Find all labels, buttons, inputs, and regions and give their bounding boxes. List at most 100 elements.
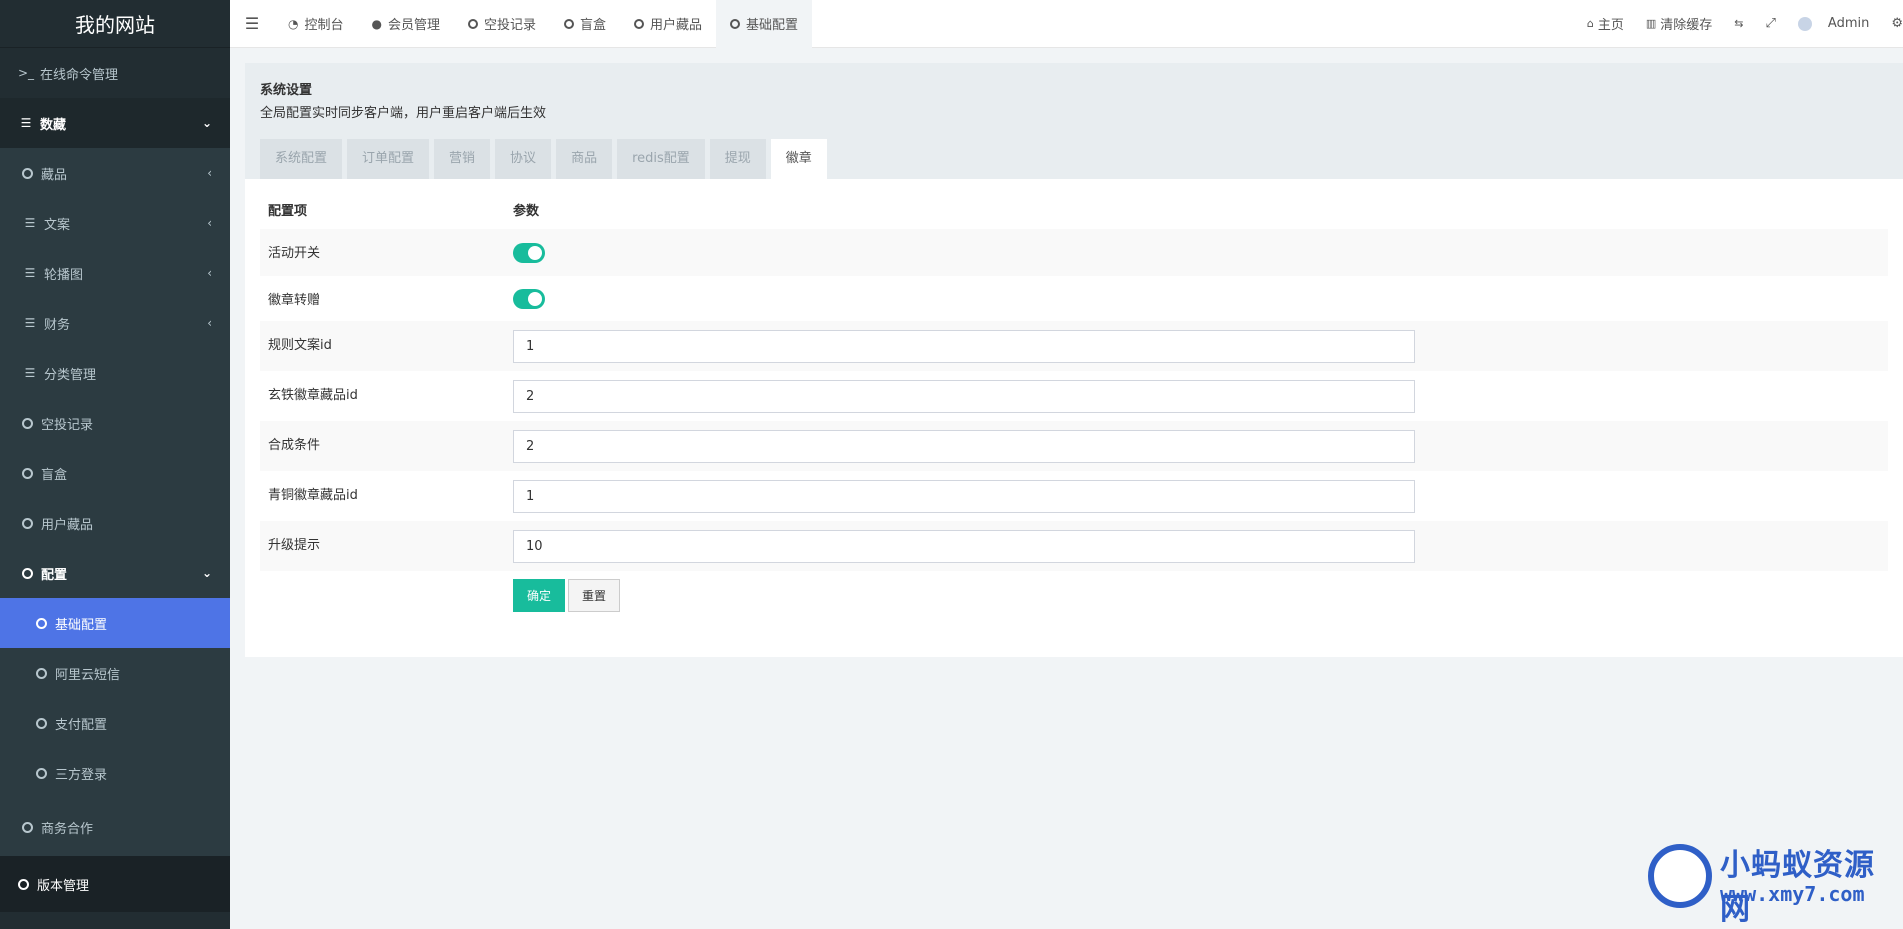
list-icon: ☰	[24, 316, 36, 330]
settings-panel: 系统设置 全局配置实时同步客户端，用户重启客户端后生效 系统配置 订单配置 营销…	[245, 63, 1903, 657]
tab-agreement[interactable]: 协议	[495, 139, 552, 179]
circle-icon	[22, 467, 33, 479]
home-icon: ⌂	[1586, 17, 1594, 30]
sidebar-item-label: 分类管理	[44, 367, 97, 383]
menu-toggle-icon[interactable]: ☰	[230, 14, 274, 33]
sidebar-item-payment-config[interactable]: 支付配置	[0, 698, 230, 748]
tab-user-collectibles[interactable]: 用户藏品	[620, 0, 716, 48]
bronze-badge-id-input[interactable]	[513, 479, 1415, 513]
column-header-key: 配置项	[268, 203, 308, 219]
home-link[interactable]: ⌂ 主页	[1576, 14, 1635, 33]
user-name: Admin	[1827, 16, 1870, 31]
tab-badge[interactable]: 徽章	[770, 139, 827, 179]
sidebar-item-collectibles[interactable]: 藏品 ‹	[0, 148, 230, 198]
chevron-down-icon: ⌄	[201, 566, 212, 580]
rule-copy-id-input[interactable]	[513, 329, 1415, 363]
sidebar-item-label: 数藏	[40, 117, 67, 133]
tab-blindbox[interactable]: 盲盒	[550, 0, 620, 48]
tab-dashboard[interactable]: ◔ 控制台	[274, 0, 358, 48]
fullscreen-icon: ⤢	[1765, 16, 1776, 31]
table-row: 升级提示	[260, 521, 1888, 571]
sidebar-item-copywriting[interactable]: ☰ 文案 ‹	[0, 198, 230, 248]
sidebar-item-blindbox[interactable]: 盲盒	[0, 448, 230, 498]
tab-order-config[interactable]: 订单配置	[347, 139, 430, 179]
sidebar-item-label: 轮播图	[44, 267, 84, 283]
sidebar-item-third-party-login[interactable]: 三方登录	[0, 748, 230, 798]
sidebar-item-basic-config[interactable]: 基础配置	[0, 598, 230, 648]
user-menu[interactable]: Admin	[1787, 16, 1880, 31]
ant-logo-icon	[1648, 844, 1712, 908]
reset-button[interactable]: 重置	[568, 579, 621, 612]
circle-icon	[36, 617, 47, 629]
settings-button[interactable]: ⚙	[1880, 16, 1903, 31]
sidebar-group-collection[interactable]: ☰ 数藏 ⌄	[0, 98, 230, 148]
sidebar-item-online-command[interactable]: >_ 在线命令管理	[0, 48, 230, 98]
panel-title: 系统设置	[260, 83, 313, 98]
row-label: 活动开关	[268, 246, 321, 261]
fullscreen-button[interactable]: ⤢	[1755, 16, 1787, 31]
row-label: 玄铁徽章藏品id	[268, 388, 358, 403]
top-right-tools: ⌂ 主页 ▥ 清除缓存 ⇆ ⤢ Admin ⚙	[1576, 0, 1903, 48]
sidebar-item-business[interactable]: 商务合作	[0, 798, 230, 856]
config-table: 配置项 参数 活动开关 徽章转赠 规则文案id 玄铁徽章藏品id 合成条件 青铜…	[245, 179, 1903, 612]
trash-icon: ▥	[1645, 17, 1657, 30]
gear-icon: ⚙	[1891, 16, 1903, 31]
tab-basic-config[interactable]: 基础配置	[716, 0, 813, 48]
tab-withdraw[interactable]: 提现	[709, 139, 766, 179]
sidebar-item-version[interactable]: 版本管理	[0, 856, 230, 912]
watermark-url: www.xmy7.com	[1720, 882, 1865, 906]
user-icon: ●	[371, 16, 382, 31]
tab-goods[interactable]: 商品	[556, 139, 613, 179]
circle-icon	[36, 667, 47, 679]
sidebar-item-aliyun-sms[interactable]: 阿里云短信	[0, 648, 230, 698]
tab-label: 用户藏品	[650, 18, 703, 33]
form-actions: 确定 重置	[260, 579, 1888, 612]
tab-members[interactable]: ● 会员管理	[358, 0, 455, 48]
row-label: 青铜徽章藏品id	[268, 488, 358, 503]
sidebar-item-label: 三方登录	[55, 767, 108, 783]
circle-icon	[730, 18, 741, 29]
table-row: 合成条件	[260, 421, 1888, 471]
sidebar-item-carousel[interactable]: ☰ 轮播图 ‹	[0, 248, 230, 298]
clear-cache-label: 清除缓存	[1660, 18, 1713, 33]
row-label: 规则文案id	[268, 338, 332, 353]
row-label: 徽章转赠	[268, 293, 321, 308]
tab-marketing[interactable]: 营销	[434, 139, 491, 179]
sidebar-group-config[interactable]: 配置 ⌄	[0, 548, 230, 598]
sidebar-item-finance[interactable]: ☰ 财务 ‹	[0, 298, 230, 348]
home-label: 主页	[1597, 18, 1624, 33]
terminal-icon: >_	[18, 66, 35, 80]
sidebar-item-category[interactable]: ☰ 分类管理	[0, 348, 230, 398]
circle-icon	[634, 18, 645, 29]
sidebar-item-label: 财务	[44, 317, 71, 333]
tab-system-config[interactable]: 系统配置	[260, 139, 343, 179]
sidebar-item-label: 盲盒	[41, 467, 68, 483]
sidebar-menu: >_ 在线命令管理 ☰ 数藏 ⌄ 藏品 ‹ ☰ 文案 ‹ ☰ 轮播图 ‹ ☰ 财…	[0, 48, 230, 912]
table-row: 规则文案id	[260, 321, 1888, 371]
list-icon: ☰	[20, 116, 32, 130]
upgrade-tip-input[interactable]	[513, 529, 1415, 563]
sidebar-item-label: 空投记录	[41, 417, 94, 433]
tab-redis-config[interactable]: redis配置	[617, 139, 705, 179]
tab-label: 盲盒	[580, 18, 607, 33]
panel-description: 全局配置实时同步客户端，用户重启客户端后生效	[260, 106, 547, 121]
translate-button[interactable]: ⇆	[1723, 17, 1754, 30]
tab-airdrop[interactable]: 空投记录	[454, 0, 550, 48]
circle-icon	[564, 18, 575, 29]
clear-cache-button[interactable]: ▥ 清除缓存	[1635, 14, 1723, 33]
sidebar-item-label: 商务合作	[41, 821, 94, 837]
watermark: 小蚂蚁资源网 www.xmy7.com	[1648, 840, 1903, 929]
confirm-button[interactable]: 确定	[513, 579, 566, 612]
site-title[interactable]: 我的网站	[0, 0, 230, 48]
tab-label: 空投记录	[484, 18, 537, 33]
circle-icon	[36, 717, 47, 729]
chevron-left-icon: ‹	[207, 316, 212, 330]
chevron-left-icon: ‹	[207, 266, 212, 280]
sidebar-item-user-collectibles[interactable]: 用户藏品	[0, 498, 230, 548]
activity-toggle[interactable]	[513, 242, 545, 263]
badge-transfer-toggle[interactable]	[513, 288, 545, 309]
chevron-down-icon: ⌄	[201, 116, 212, 130]
sidebar-item-airdrop[interactable]: 空投记录	[0, 398, 230, 448]
synthesis-condition-input[interactable]	[513, 429, 1415, 463]
iron-badge-id-input[interactable]	[513, 379, 1415, 413]
